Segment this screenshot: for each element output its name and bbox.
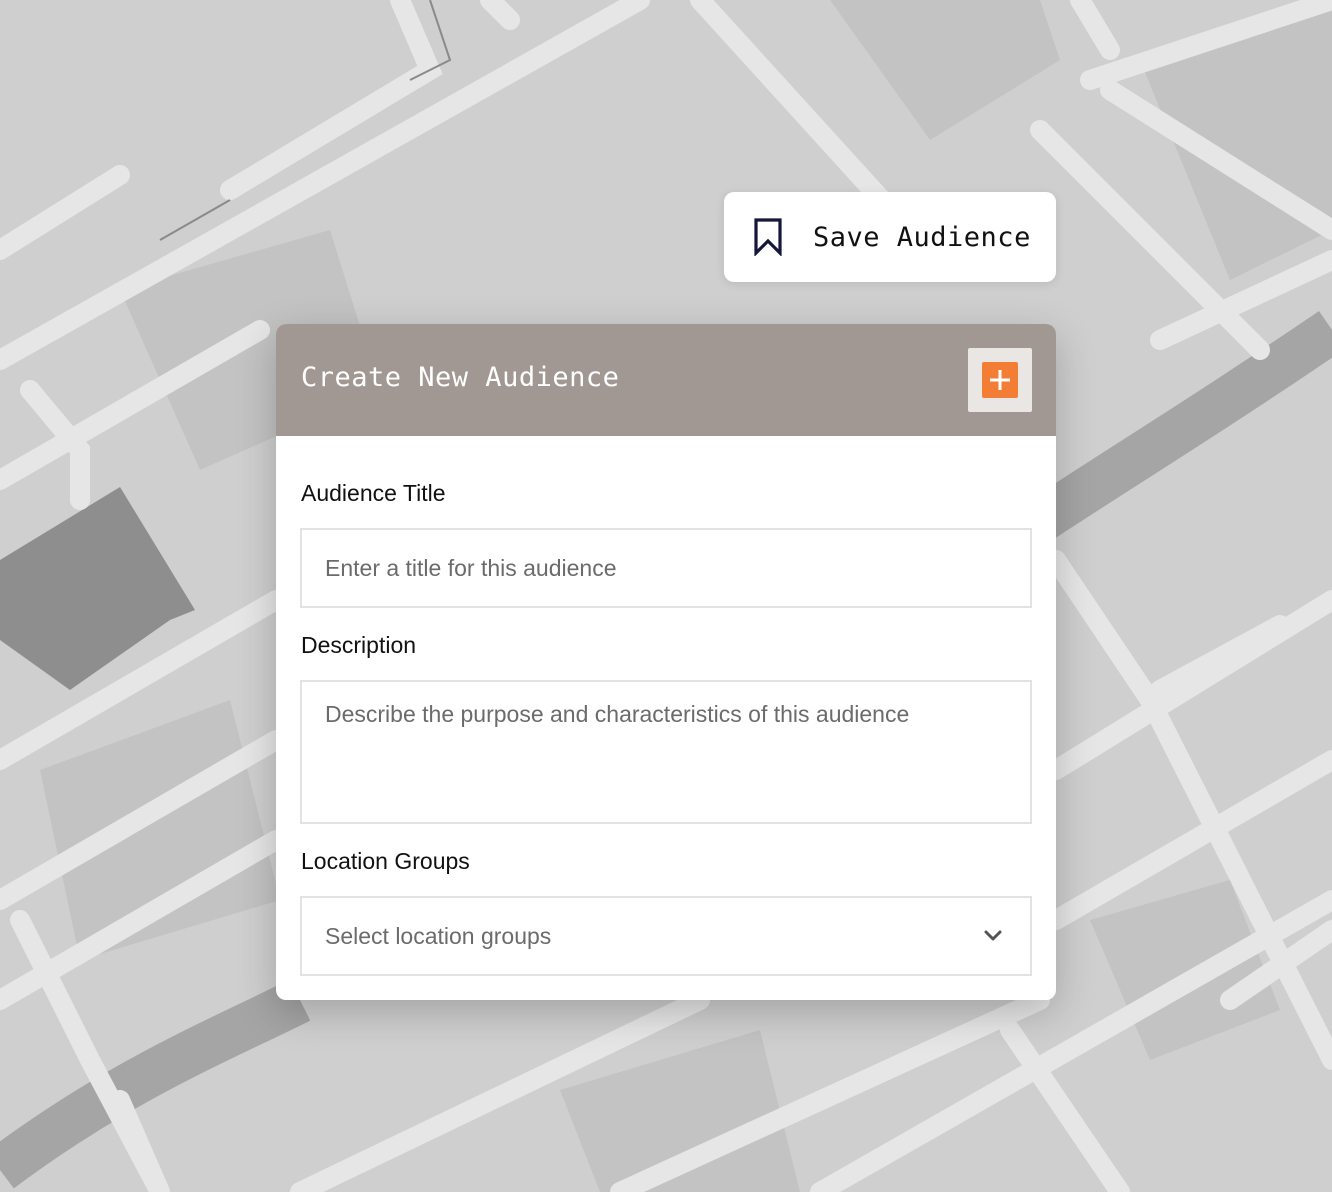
bookmark-icon (752, 217, 784, 257)
description-placeholder: Describe the purpose and characteristics… (325, 701, 910, 727)
location-groups-placeholder: Select location groups (325, 922, 552, 949)
create-audience-form: Create New Audience Audience Title Enter… (276, 324, 1056, 1000)
save-audience-label: Save Audience (813, 221, 1031, 253)
add-audience-button[interactable] (968, 348, 1032, 412)
audience-title-input[interactable]: Enter a title for this audience (300, 528, 1032, 608)
form-header: Create New Audience (276, 324, 1056, 436)
form-title: Create New Audience (301, 362, 620, 393)
audience-title-placeholder: Enter a title for this audience (325, 554, 617, 581)
save-audience-button[interactable]: Save Audience (724, 192, 1056, 282)
chevron-down-icon (982, 929, 1004, 943)
description-textarea[interactable]: Describe the purpose and characteristics… (300, 680, 1032, 824)
audience-title-label: Audience Title (301, 480, 446, 506)
description-label: Description (301, 632, 417, 658)
plus-icon (982, 362, 1018, 398)
location-groups-select[interactable]: Select location groups (300, 896, 1032, 976)
location-groups-label: Location Groups (301, 848, 470, 874)
